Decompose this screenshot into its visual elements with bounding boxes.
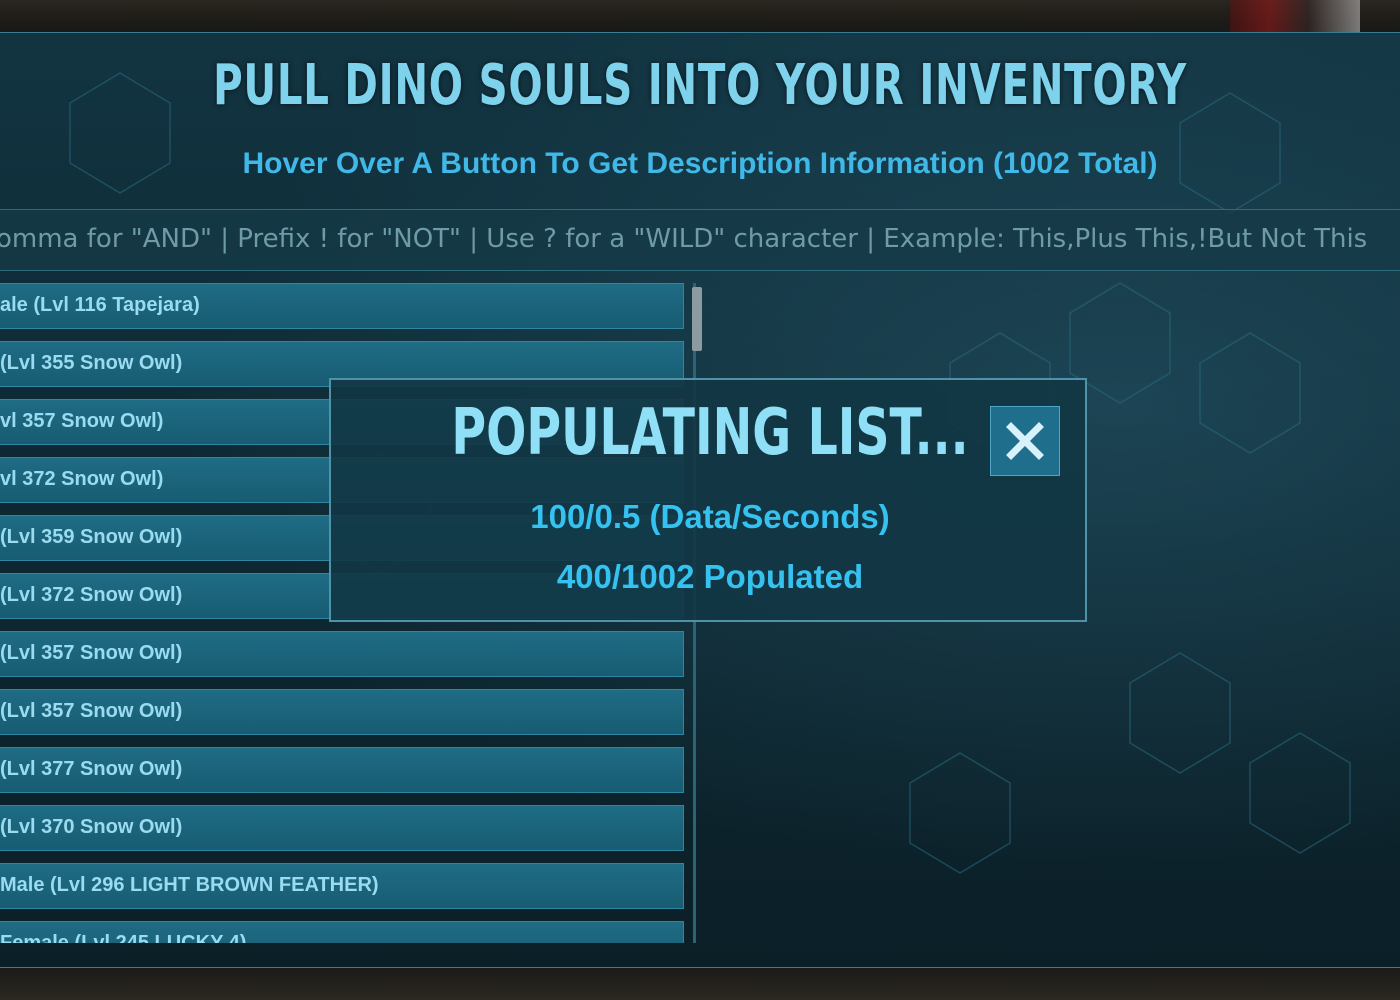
list-item[interactable]: (Lvl 370 Snow Owl)	[0, 805, 684, 851]
search-hint-text: omma for "AND" | Prefix ! for "NOT" | Us…	[0, 224, 1368, 254]
list-item-label: (Lvl 377 Snow Owl)	[0, 758, 183, 780]
page-subtitle: Hover Over A Button To Get Description I…	[242, 147, 1158, 180]
list-item-label: ale (Lvl 116 Tapejara)	[0, 294, 200, 316]
list-item-label: (Lvl 372 Snow Owl)	[0, 584, 183, 606]
list-item-label: (Lvl 370 Snow Owl)	[0, 816, 183, 838]
page-title: PULL DINO SOULS INTO YOUR INVENTORY	[213, 53, 1187, 118]
background-scene-bottom	[0, 965, 1400, 1000]
populate-rate: 100/0.5 (Data/Seconds)	[530, 498, 890, 535]
list-item-label: vl 357 Snow Owl)	[0, 410, 164, 432]
list-item[interactable]: (Lvl 357 Snow Owl)	[0, 631, 684, 677]
list-item[interactable]: Female (Lvl 245 LUCKY 4)	[0, 921, 684, 943]
list-item[interactable]: ale (Lvl 116 Tapejara)	[0, 283, 684, 329]
list-item[interactable]: (Lvl 357 Snow Owl)	[0, 689, 684, 735]
list-item-label: (Lvl 357 Snow Owl)	[0, 642, 183, 664]
inventory-panel: PULL DINO SOULS INTO YOUR INVENTORY Hove…	[0, 32, 1400, 968]
list-item-label: (Lvl 355 Snow Owl)	[0, 352, 183, 374]
close-icon	[1006, 422, 1044, 460]
dialog-title: POPULATING LIST...	[451, 396, 969, 470]
search-input[interactable]: omma for "AND" | Prefix ! for "NOT" | Us…	[0, 209, 1400, 271]
list-item-label: vl 372 Snow Owl)	[0, 468, 164, 490]
list-item-label: (Lvl 359 Snow Owl)	[0, 526, 183, 548]
list-item[interactable]: Male (Lvl 296 LIGHT BROWN FEATHER)	[0, 863, 684, 909]
list-item-label: Male (Lvl 296 LIGHT BROWN FEATHER)	[0, 874, 379, 896]
populating-dialog: POPULATING LIST... 100/0.5 (Data/Seconds…	[329, 378, 1087, 622]
populate-progress: 400/1002 Populated	[556, 558, 864, 595]
background-scene-object	[1230, 0, 1360, 34]
close-button[interactable]	[990, 406, 1060, 476]
scrollbar-thumb[interactable]	[692, 287, 702, 351]
list-item[interactable]: (Lvl 377 Snow Owl)	[0, 747, 684, 793]
list-item-label: (Lvl 357 Snow Owl)	[0, 700, 183, 722]
list-item-label: Female (Lvl 245 LUCKY 4)	[0, 932, 247, 943]
